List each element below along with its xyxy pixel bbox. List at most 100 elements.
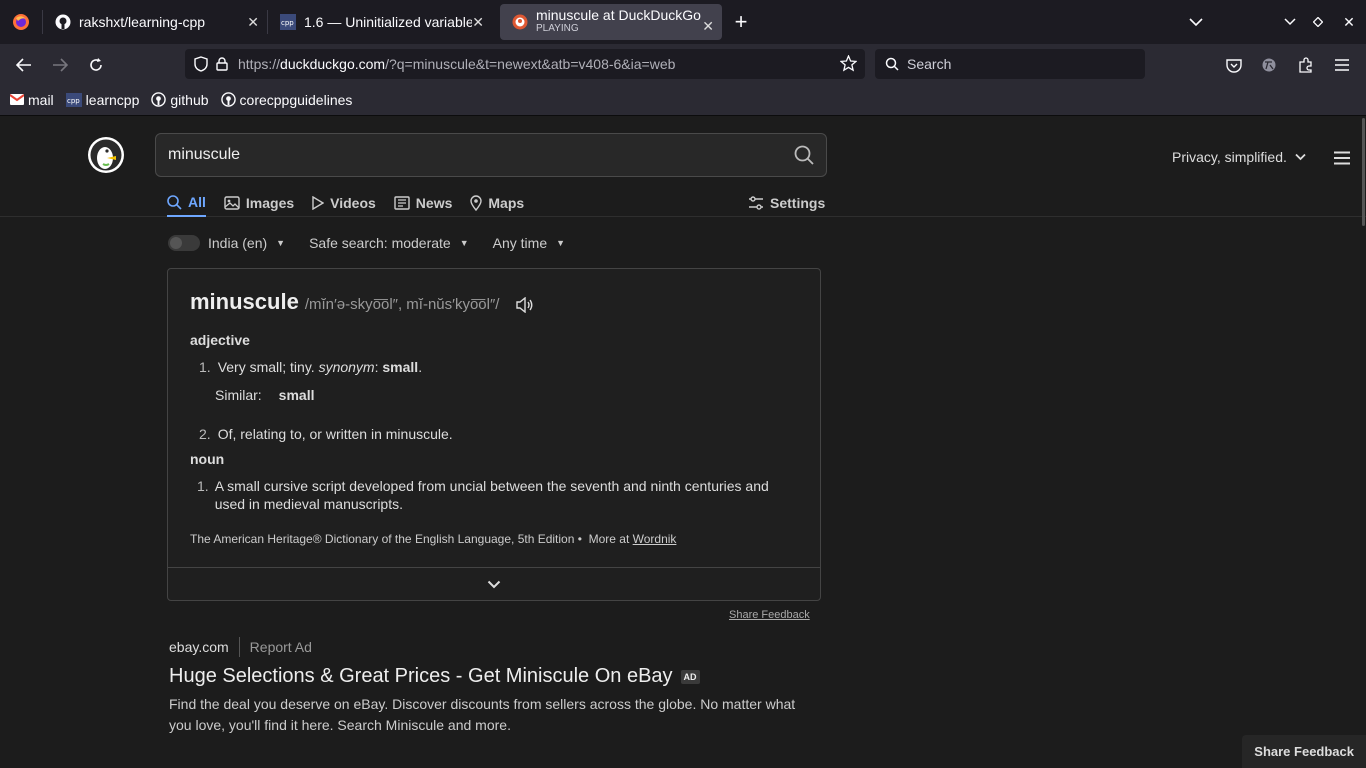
region-dropdown[interactable]: India (en) ▼ xyxy=(208,235,285,251)
lock-icon[interactable] xyxy=(216,57,228,71)
url-text: https://duckduckgo.com/?q=minuscule&t=ne… xyxy=(238,56,676,72)
svg-text:cpp: cpp xyxy=(281,19,294,27)
similar-link[interactable]: small xyxy=(279,387,315,403)
duckduckgo-logo[interactable] xyxy=(87,136,125,174)
pronunciation: /mĭn′ə-skyo͞ol″, mĭ-nŭs′kyo͞ol″/ xyxy=(304,296,500,313)
share-feedback-link[interactable]: Share Feedback xyxy=(729,609,810,621)
report-ad-link[interactable]: Report Ad xyxy=(250,639,312,655)
settings-link[interactable]: Settings xyxy=(748,189,825,217)
firefox-icon[interactable] xyxy=(0,0,42,44)
bookmarks-toolbar: mail cpp learncpp github corecppguidelin… xyxy=(0,84,1366,116)
hamburger-menu-icon[interactable] xyxy=(1334,151,1350,165)
app-menu-icon[interactable] xyxy=(1331,54,1353,76)
tab-title: rakshxt/learning-cpp xyxy=(79,14,206,30)
search-bar-placeholder: Search xyxy=(907,56,952,72)
minimize-icon[interactable] xyxy=(1276,0,1304,44)
close-window-icon[interactable]: ✕ xyxy=(1332,0,1366,44)
scrollbar-thumb[interactable] xyxy=(1362,118,1365,226)
chevron-down-icon xyxy=(487,580,501,589)
github-icon xyxy=(55,14,71,30)
search-icon xyxy=(885,57,899,71)
search-bar[interactable]: Search xyxy=(875,49,1145,79)
search-filters: India (en) ▼ Safe search: moderate ▼ Any t… xyxy=(168,235,565,251)
reload-icon[interactable] xyxy=(85,54,107,76)
maximize-icon[interactable] xyxy=(1304,0,1332,44)
caret-down-icon: ▼ xyxy=(276,238,286,248)
tab-all[interactable]: All xyxy=(167,189,206,217)
bookmark-star-icon[interactable] xyxy=(840,55,857,72)
speaker-icon[interactable] xyxy=(516,297,534,313)
ddg-header: minuscule Privacy, simplified. All Image… xyxy=(0,117,1366,217)
url-bar[interactable]: https://duckduckgo.com/?q=minuscule&t=ne… xyxy=(185,49,865,79)
ad-title-link[interactable]: Huge Selections & Great Prices - Get Min… xyxy=(169,665,673,688)
page-content: minuscule Privacy, simplified. All Image… xyxy=(0,117,1366,768)
region-toggle[interactable] xyxy=(168,235,200,251)
pocket-icon[interactable] xyxy=(1223,54,1245,76)
shield-icon[interactable] xyxy=(194,56,208,72)
close-tab-icon[interactable]: ✕ xyxy=(247,14,259,31)
synonym-link[interactable]: small xyxy=(382,359,418,375)
learncpp-icon: cpp xyxy=(65,92,82,107)
github-icon xyxy=(151,92,167,107)
close-tab-icon[interactable]: ✕ xyxy=(702,18,714,35)
tab-images[interactable]: Images xyxy=(224,189,294,217)
definition-word: minuscule xyxy=(190,289,299,314)
search-icon[interactable] xyxy=(794,145,814,165)
tab-news[interactable]: News xyxy=(394,189,452,217)
wordnik-link[interactable]: Wordnik xyxy=(633,532,677,546)
time-dropdown[interactable]: Any time ▼ xyxy=(493,235,565,251)
duckduckgo-icon xyxy=(512,14,528,30)
tab-strip: rakshxt/learning-cpp ✕ cpp 1.6 — Uniniti… xyxy=(0,0,1366,44)
search-input[interactable]: minuscule xyxy=(155,133,827,177)
github-icon xyxy=(220,92,236,107)
part-of-speech: noun xyxy=(190,451,225,467)
ad-domain[interactable]: ebay.com xyxy=(169,639,229,655)
close-tab-icon[interactable]: ✕ xyxy=(472,14,484,31)
definition-card: minuscule /mĭn′ə-skyo͞ol″, mĭ-nŭs′kyo͞ol… xyxy=(167,268,821,601)
tab-learncpp[interactable]: cpp 1.6 — Uninitialized variable ✕ xyxy=(268,0,492,44)
bookmark-github[interactable]: github xyxy=(151,92,209,108)
definition-item: 1. Very small; tiny. synonym: small. xyxy=(199,359,423,375)
ad-badge: AD xyxy=(680,669,700,684)
similar-row: Similar: small xyxy=(215,387,315,403)
tab-maps[interactable]: Maps xyxy=(470,189,524,217)
definition-item: 1. A small cursive script developed from … xyxy=(197,478,769,512)
search-icon xyxy=(167,194,182,210)
gmail-icon xyxy=(10,94,24,105)
caret-down-icon: ▼ xyxy=(459,238,469,248)
tab-videos[interactable]: Videos xyxy=(312,189,376,217)
tab-github[interactable]: rakshxt/learning-cpp ✕ xyxy=(43,0,267,44)
ad-description: Find the deal you deserve on eBay. Disco… xyxy=(169,696,796,733)
forward-icon[interactable] xyxy=(49,54,71,76)
new-tab-button[interactable]: + xyxy=(722,0,760,44)
search-query: minuscule xyxy=(168,146,241,163)
dictionary-source: The American Heritage® Dictionary of the… xyxy=(190,532,677,546)
tab-duckduckgo[interactable]: minuscule at DuckDuckGo PLAYING ✕ xyxy=(500,4,722,40)
bookmark-mail[interactable]: mail xyxy=(10,92,54,108)
privacy-dropdown[interactable]: Privacy, simplified. xyxy=(1172,149,1306,165)
sliders-icon xyxy=(748,196,764,210)
tab-title: minuscule at DuckDuckGo xyxy=(536,7,701,23)
share-feedback-button[interactable]: Share Feedback xyxy=(1242,735,1366,768)
chevron-down-icon xyxy=(1295,153,1306,161)
definition-item: 2. Of, relating to, or written in minuscu… xyxy=(199,426,453,442)
bookmark-learncpp[interactable]: cpp learncpp xyxy=(65,92,139,108)
translate-extension-icon[interactable] xyxy=(1258,54,1280,76)
expand-button[interactable] xyxy=(168,567,820,600)
back-icon[interactable] xyxy=(13,54,35,76)
extensions-icon[interactable] xyxy=(1295,54,1317,76)
newspaper-icon xyxy=(394,196,410,210)
search-tabs: All Images Videos News Maps xyxy=(167,189,542,217)
bookmark-corecppguidelines[interactable]: corecppguidelines xyxy=(220,92,352,108)
learncpp-icon: cpp xyxy=(280,14,296,30)
ad-result: ebay.com Report Ad Huge Selections & Gre… xyxy=(169,637,849,736)
part-of-speech: adjective xyxy=(190,332,250,348)
svg-text:cpp: cpp xyxy=(67,97,80,105)
nav-toolbar: https://duckduckgo.com/?q=minuscule&t=ne… xyxy=(0,44,1366,84)
map-pin-icon xyxy=(470,195,483,211)
tab-title: 1.6 — Uninitialized variable xyxy=(304,14,472,30)
caret-down-icon: ▼ xyxy=(556,238,566,248)
tab-playing-label: PLAYING xyxy=(536,23,579,34)
safe-search-dropdown[interactable]: Safe search: moderate ▼ xyxy=(309,235,469,251)
list-all-tabs-icon[interactable] xyxy=(1176,0,1216,44)
